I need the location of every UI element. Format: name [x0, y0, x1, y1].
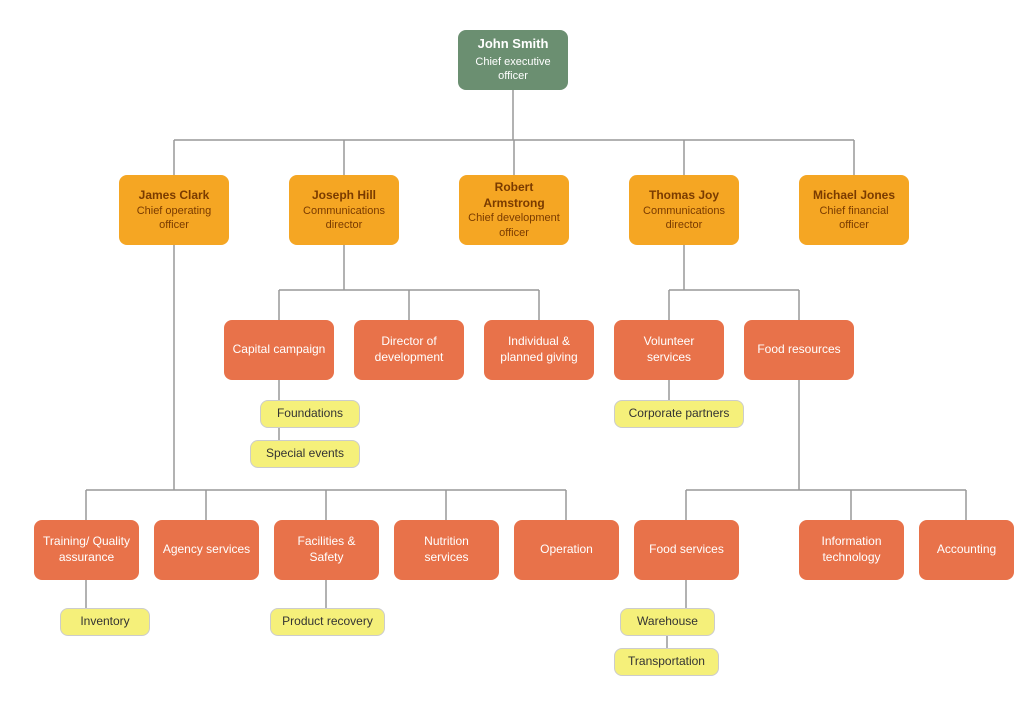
facilities-node: Facilities & Safety [274, 520, 379, 580]
product-recovery-node: Product recovery [270, 608, 385, 636]
robert-node: Robert Armstrong Chief development offic… [459, 175, 569, 245]
foundations-node: Foundations [260, 400, 360, 428]
corporate-partners-label: Corporate partners [629, 406, 730, 422]
thomas-name: Thomas Joy [649, 188, 719, 204]
joseph-name: Joseph Hill [312, 188, 376, 204]
robert-title: Chief development officer [467, 211, 561, 240]
training-label: Training/ Quality assurance [42, 534, 131, 565]
agency-label: Agency services [163, 542, 250, 558]
corporate-partners-node: Corporate partners [614, 400, 744, 428]
foundations-label: Foundations [277, 406, 343, 422]
joseph-node: Joseph Hill Communications director [289, 175, 399, 245]
transportation-label: Transportation [628, 654, 705, 670]
nutrition-label: Nutrition services [402, 534, 491, 565]
ceo-title: Chief executive officer [466, 55, 560, 84]
michael-name: Michael Jones [813, 188, 895, 204]
warehouse-node: Warehouse [620, 608, 715, 636]
volunteer-label: Volunteer services [622, 334, 716, 365]
thomas-node: Thomas Joy Communications director [629, 175, 739, 245]
individual-node: Individual & planned giving [484, 320, 594, 380]
food-res-label: Food resources [757, 342, 840, 358]
james-node: James Clark Chief operating officer [119, 175, 229, 245]
operation-node: Operation [514, 520, 619, 580]
special-events-node: Special events [250, 440, 360, 468]
warehouse-label: Warehouse [637, 614, 698, 630]
michael-node: Michael Jones Chief financial officer [799, 175, 909, 245]
michael-title: Chief financial officer [807, 204, 901, 233]
infotech-label: Information technology [807, 534, 896, 565]
ceo-name: John Smith [478, 36, 549, 53]
ceo-node: John Smith Chief executive officer [458, 30, 568, 90]
individual-label: Individual & planned giving [492, 334, 586, 365]
capital-node: Capital campaign [224, 320, 334, 380]
inventory-node: Inventory [60, 608, 150, 636]
special-events-label: Special events [266, 446, 344, 462]
inventory-label: Inventory [80, 614, 129, 630]
transportation-node: Transportation [614, 648, 719, 676]
accounting-label: Accounting [937, 542, 996, 558]
accounting-node: Accounting [919, 520, 1014, 580]
operation-label: Operation [540, 542, 593, 558]
nutrition-node: Nutrition services [394, 520, 499, 580]
james-name: James Clark [139, 188, 210, 204]
infotech-node: Information technology [799, 520, 904, 580]
facilities-label: Facilities & Safety [282, 534, 371, 565]
director-label: Director of development [362, 334, 456, 365]
thomas-title: Communications director [637, 204, 731, 233]
product-recovery-label: Product recovery [282, 614, 373, 630]
capital-label: Capital campaign [233, 342, 326, 358]
agency-node: Agency services [154, 520, 259, 580]
food-svc-label: Food services [649, 542, 724, 558]
food-res-node: Food resources [744, 320, 854, 380]
robert-name: Robert Armstrong [467, 180, 561, 211]
volunteer-node: Volunteer services [614, 320, 724, 380]
training-node: Training/ Quality assurance [34, 520, 139, 580]
james-title: Chief operating officer [127, 204, 221, 233]
food-svc-node: Food services [634, 520, 739, 580]
joseph-title: Communications director [297, 204, 391, 233]
director-node: Director of development [354, 320, 464, 380]
org-chart: John Smith Chief executive officer James… [0, 0, 1026, 725]
